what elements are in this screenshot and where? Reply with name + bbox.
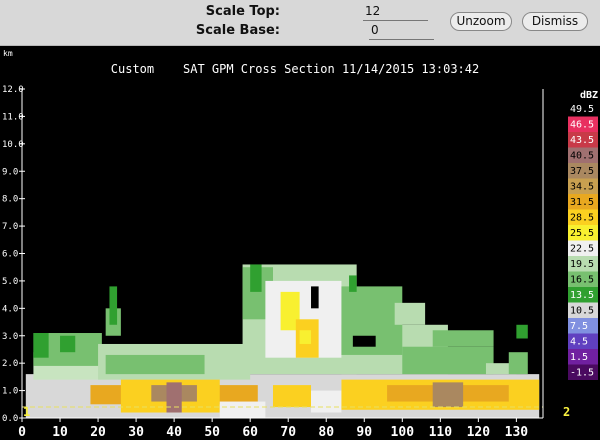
endpoint-label-start: 1: [23, 405, 30, 419]
scale-top-input[interactable]: 12: [363, 2, 428, 21]
reflectivity-cell-20: [352, 335, 376, 347]
y-tick-label-2: 2.0: [2, 359, 18, 369]
dbz-colorbar: dBZ 49.5 46.5 43.5 40.5 37.5 34.5 31.5 28.5 25.5 2…: [568, 90, 598, 380]
y-tick-label-5: 5.0: [2, 277, 18, 287]
x-tick-label-5: 50: [204, 425, 220, 440]
reflectivity-cell-15: [299, 330, 312, 344]
reflectivity-cell-8: [109, 286, 118, 325]
y-unit-label: km: [3, 49, 13, 58]
reflectivity-cell-23: [432, 330, 494, 347]
colorbar-label-15: 4.5: [570, 337, 588, 348]
y-tick-label-8: 8.0: [2, 195, 18, 205]
reflectivity-cell-36: [432, 382, 464, 408]
reflectivity-cell-16: [311, 286, 319, 309]
reflectivity-cell-19: [349, 275, 357, 292]
scale-base-label: Scale Base:: [195, 23, 280, 38]
dismiss-button[interactable]: Dismiss: [522, 12, 588, 31]
y-tick-label-4: 4.0: [2, 304, 18, 314]
reflectivity-cell-31: [219, 401, 266, 418]
y-tick-label-1: 1.0: [2, 387, 18, 397]
cross-section-chart[interactable]: 0.01.02.03.04.05.06.07.08.09.010.011.012…: [0, 47, 600, 440]
y-tick-label-11: 11.0: [2, 112, 24, 122]
colorbar-label-1: 46.5: [570, 120, 594, 131]
colorbar-label-5: 34.5: [570, 182, 594, 193]
x-tick-label-0: 0: [18, 425, 26, 440]
x-tick-label-1: 10: [52, 425, 68, 440]
chart-title: Custom SAT GPM Cross Section 11/14/2015 …: [111, 62, 479, 76]
reflectivity-cell-21: [394, 302, 426, 325]
reflectivity-cell-3: [33, 333, 49, 358]
x-tick-label-11: 110: [429, 425, 453, 440]
reflectivity-cell-6: [105, 354, 205, 375]
toolbar: Scale Top: 12 Scale Base: 0 Unzoom Dismi…: [0, 0, 600, 46]
colorbar-label-13: 10.5: [570, 306, 594, 317]
reflectivity-cell-11: [250, 264, 262, 292]
colorbar-label-2: 43.5: [570, 135, 594, 146]
x-tick-label-9: 90: [356, 425, 372, 440]
x-tick-label-6: 60: [242, 425, 258, 440]
colorbar-label-8: 25.5: [570, 228, 594, 239]
colorbar-label-6: 31.5: [570, 197, 594, 208]
y-tick-label-9: 9.0: [2, 167, 18, 177]
x-tick-label-12: 120: [467, 425, 491, 440]
colorbar-label-4: 37.5: [570, 166, 594, 177]
y-tick-label-12: 12.0: [2, 85, 24, 95]
reflectivity-cell-26: [516, 324, 528, 339]
colorbar-label-12: 13.5: [570, 290, 594, 301]
y-tick-label-3: 3.0: [2, 332, 18, 342]
x-tick-label-8: 80: [318, 425, 334, 440]
colorbar-label-3: 40.5: [570, 151, 594, 162]
reflectivity-cell-4: [60, 335, 76, 353]
y-tick-label-6: 6.0: [2, 250, 18, 260]
x-tick-label-13: 130: [505, 425, 529, 440]
colorbar-label-10: 19.5: [570, 259, 594, 270]
scale-top-label: Scale Top:: [205, 4, 280, 19]
reflectivity-cell-30: [166, 382, 182, 413]
x-tick-label-4: 40: [166, 425, 182, 440]
unzoom-button[interactable]: Unzoom: [450, 12, 512, 31]
colorbar-label-9: 22.5: [570, 244, 594, 255]
colorbar-label-0: 49.5: [570, 104, 594, 115]
reflectivity-cell-32: [272, 385, 312, 408]
x-tick-label-2: 20: [90, 425, 106, 440]
colorbar-label-16: 1.5: [570, 352, 588, 363]
y-tick-label-7: 7.0: [2, 222, 18, 232]
x-tick-label-3: 30: [128, 425, 144, 440]
endpoint-label-end: 2: [563, 405, 570, 419]
reflectivity-cell-22: [402, 346, 494, 375]
colorbar-label-11: 16.5: [570, 275, 594, 286]
x-tick-label-7: 70: [280, 425, 296, 440]
reflectivity-cell-25: [508, 352, 528, 375]
reflectivity-layer: [22, 264, 543, 418]
colorbar-label-14: 7.5: [570, 321, 588, 332]
scale-base-input[interactable]: 0: [369, 21, 434, 40]
cross-section-view[interactable]: 0.0 1.0 2.0 3.0 4.0 5.0 6.0 7.0 8.0 9.0 10.0 11.0 12…: [0, 47, 600, 440]
colorbar-unit-label: dBZ: [580, 90, 598, 101]
reflectivity-cell-33: [311, 390, 342, 413]
y-tick-label-0: 0.0: [2, 414, 18, 424]
colorbar-label-17: -1.5: [570, 368, 594, 379]
colorbar-label-7: 28.5: [570, 213, 594, 224]
x-tick-label-10: 100: [391, 425, 415, 440]
y-tick-label-10: 10.0: [2, 140, 24, 150]
